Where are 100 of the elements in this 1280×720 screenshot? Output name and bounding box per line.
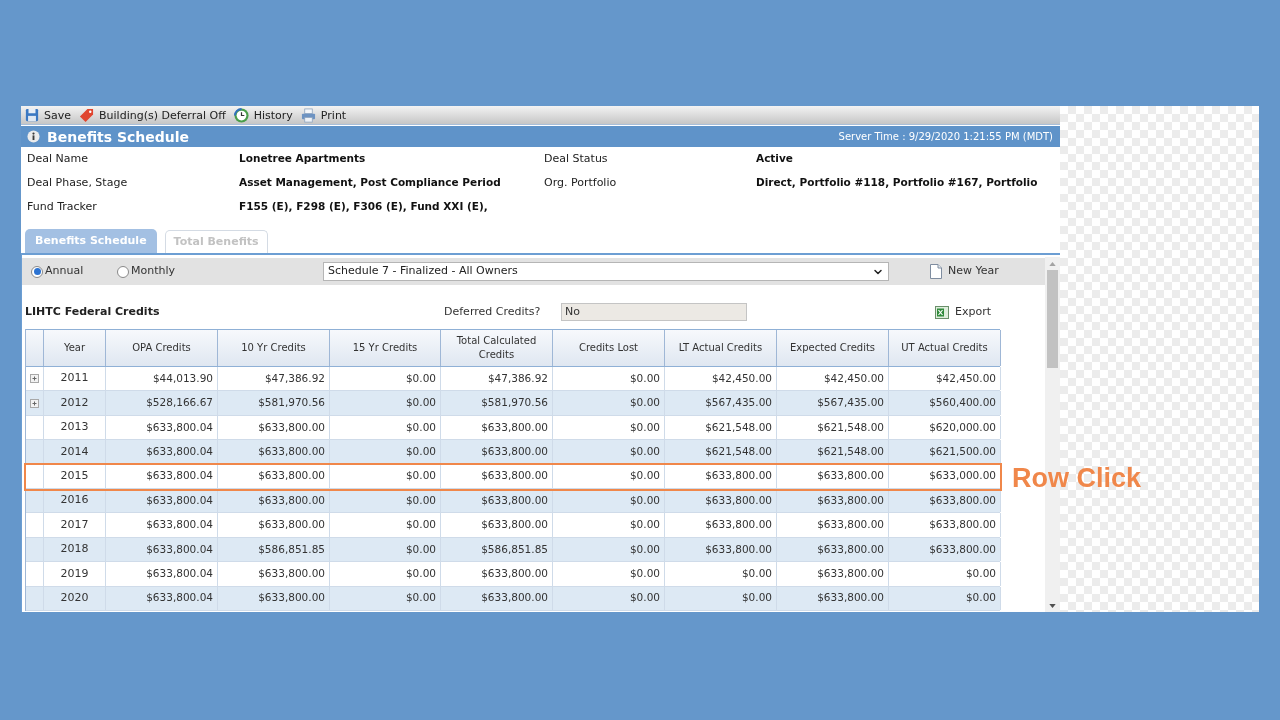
table-cell-text: $633,800.00 [817, 590, 884, 606]
column-header: 15 Yr Credits [352, 341, 418, 355]
toolbar-button[interactable]: Save [25, 108, 71, 122]
table-cell-text: $633,000.00 [929, 468, 996, 484]
table-cell: $633,800.00 [481, 517, 548, 533]
table-cell-text: $633,800.00 [705, 492, 772, 508]
expand-icon[interactable] [30, 398, 39, 408]
table-cell-text: $0.00 [405, 492, 436, 508]
table-cell-text: $621,548.00 [705, 419, 772, 435]
field-value: Active [756, 151, 793, 167]
toolbar-button[interactable]: History [233, 107, 293, 123]
export-button[interactable]: Export [935, 303, 991, 321]
expand-icon[interactable] [30, 374, 39, 384]
info-icon [27, 130, 40, 143]
table-cell-text: $0.00 [741, 565, 772, 581]
table-cell-text: 2017 [60, 516, 89, 533]
toolbar-button[interactable]: Building(s) Deferral Off [79, 107, 226, 123]
radio-option[interactable]: Monthly [117, 263, 323, 280]
table-cell-text: $633,800.04 [146, 419, 213, 435]
schedule-dropdown[interactable]: Schedule 7 - Finalized - All Owners [323, 262, 889, 281]
table-cell-text: $0.00 [741, 590, 772, 606]
table-cell: $633,800.00 [258, 517, 325, 533]
table-cell: $633,800.00 [929, 517, 996, 533]
new-year-button[interactable]: New Year [930, 263, 999, 280]
table-cell-text: $633,800.00 [929, 492, 996, 508]
table-cell-text: $47,386.92 [487, 370, 548, 386]
table-cell: $633,800.00 [817, 517, 884, 533]
column-header: Total Calculated Credits [455, 334, 538, 362]
table-cell-text: 2020 [60, 589, 89, 606]
radio-option[interactable]: Annual [31, 263, 117, 280]
table-cell-text: $633,800.00 [481, 444, 548, 459]
table-cell: $633,800.00 [705, 517, 772, 533]
table-cell-text: $633,800.04 [146, 590, 213, 606]
table-cell: $560,400.00 [929, 395, 996, 411]
field-label: Deal Status [544, 150, 608, 167]
document-icon [930, 264, 942, 279]
scroll-down-icon[interactable] [1049, 604, 1056, 608]
table-cell-text: $633,800.00 [481, 492, 548, 508]
table-cell-text: $633,800.00 [258, 468, 325, 484]
table-cell-text: $44,013.90 [152, 370, 213, 386]
table-cell-text: $0.00 [405, 444, 436, 459]
table-cell-text: $42,450.00 [823, 370, 884, 386]
table-cell-text: $633,800.00 [481, 468, 548, 484]
table-cell-text: $633,800.00 [817, 541, 884, 557]
table-cell-text: $0.00 [629, 590, 660, 606]
table-cell-text: $633,800.04 [146, 468, 213, 484]
table-row[interactable]: 2014 $633,800.04 $633,800.00 $0.00 $633,800.00 $0.00 $621,548.00 $621,548.00 $621,500.00 [26, 440, 1000, 465]
radio-button[interactable] [117, 265, 129, 278]
table-cell: 2013 [60, 419, 89, 436]
table-cell: $528,166.67 [146, 395, 213, 411]
table-cell-text: $621,548.00 [817, 444, 884, 459]
tag-icon [79, 107, 94, 123]
table-cell-text: $0.00 [405, 565, 436, 581]
table-cell-text: $620,000.00 [929, 419, 996, 435]
table-cell-text: $0.00 [405, 370, 436, 386]
table-cell-text: $633,800.00 [481, 590, 548, 606]
table-cell-text: $621,548.00 [705, 444, 772, 459]
table-cell: $0.00 [405, 395, 436, 411]
column-header: LT Actual Credits [678, 341, 763, 355]
table-cell-text: $621,500.00 [929, 444, 996, 459]
table-row[interactable]: 2017 $633,800.04 $633,800.00 $0.00 $633,800.00 $0.00 $633,800.00 $633,800.00 $633,800.00 [26, 513, 1000, 538]
table-row[interactable]: 2012 $528,166.67 $581,970.56 $0.00 $581,970.56 $0.00 $567,435.00 $567,435.00 $560,400.00 [26, 391, 1000, 416]
radio-button[interactable] [31, 265, 43, 278]
table-row[interactable]: 2013 $633,800.04 $633,800.00 $0.00 $633,800.00 $0.00 $621,548.00 $621,548.00 $620,000.00 [26, 415, 1000, 441]
field-value: Asset Management, Post Compliance Period [239, 175, 501, 191]
table-row[interactable]: 2018 $633,800.04 $586,851.85 $0.00 $586,851.85 $0.00 $633,800.00 $633,800.00 $633,800.00 [26, 537, 1000, 563]
table-row[interactable]: 2011 $44,013.90 $47,386.92 $0.00 $47,386.92 $0.00 $42,450.00 $42,450.00 $42,450.00 [26, 367, 1000, 392]
page-title: Benefits Schedule [47, 129, 190, 144]
scrollbar-thumb[interactable] [1047, 270, 1058, 368]
table-cell-text: $0.00 [629, 444, 660, 459]
toolbar-button[interactable]: Print [300, 107, 347, 123]
field-label: Org. Portfolio [544, 174, 617, 191]
table-cell-text: 2014 [60, 443, 89, 460]
table-cell-text: $586,851.85 [481, 541, 548, 557]
table-cell-text: 2019 [60, 565, 89, 582]
callout-label: Row Click [1012, 462, 1142, 494]
field-label: Fund Tracker [27, 198, 97, 215]
table-cell-text: $0.00 [629, 541, 660, 557]
printer-icon [300, 107, 316, 123]
spreadsheet-icon [935, 305, 949, 319]
field-value: F155 (E), F298 (E), F306 (E), Fund XXI (E), [239, 199, 488, 215]
server-time: Server Time : 9/29/2020 1:21:55 PM (MDT) [838, 131, 1053, 142]
column-header: Credits Lost [578, 341, 639, 355]
table-cell-text: $633,800.00 [705, 541, 772, 557]
table-cell-text: $42,450.00 [935, 370, 996, 386]
table-cell-text: 2012 [60, 394, 89, 411]
table-cell-text: $633,800.00 [705, 468, 772, 484]
table-cell-text: $633,800.00 [258, 590, 325, 606]
column-header: Expected Credits [789, 341, 876, 355]
table-row[interactable]: 2019 $633,800.04 $633,800.00 $0.00 $633,800.00 $0.00 $0.00 $633,800.00 $0.00 [26, 562, 1000, 587]
column-header: Year [63, 341, 86, 355]
clock-icon [233, 107, 249, 123]
table-cell-text: $0.00 [629, 565, 660, 581]
table-cell-text: $633,800.00 [817, 565, 884, 581]
table-cell-text: $633,800.00 [481, 419, 548, 435]
table-row[interactable]: 2020 $633,800.04 $633,800.00 $0.00 $633,800.00 $0.00 $0.00 $633,800.00 $0.00 [26, 586, 1000, 611]
table-row[interactable]: 2015 $633,800.04 $633,800.00 $0.00 $633,800.00 $0.00 $633,800.00 $633,800.00 $633,000.00 [26, 464, 1000, 489]
table-cell-text: $0.00 [965, 565, 996, 581]
table-cell: $633,800.04 [146, 517, 213, 533]
table-cell: 2018 [60, 541, 89, 558]
